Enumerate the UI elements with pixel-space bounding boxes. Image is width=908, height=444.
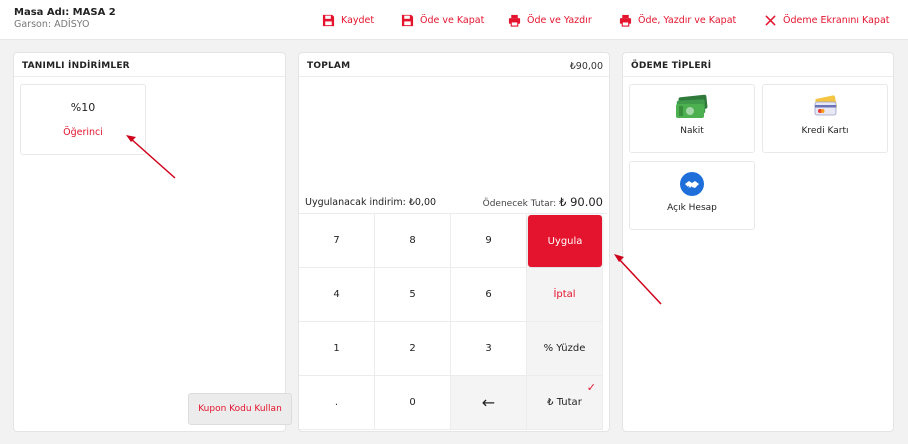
pay-print-close-label: Öde, Yazdır ve Kapat	[638, 14, 737, 26]
key-0[interactable]: 0	[375, 376, 451, 430]
key-4[interactable]: 4	[299, 268, 375, 322]
pay-and-print-label: Öde ve Yazdır	[527, 14, 592, 26]
close-icon	[765, 15, 776, 25]
waiter-name: Garson: ADİSYO	[14, 19, 90, 30]
key-5[interactable]: 5	[375, 268, 451, 322]
table-info: Masa Adı: MASA 2 Garson: ADİSYO	[14, 7, 116, 31]
applied-discount-text: Uygulanacak indirim: ₺0,00	[305, 197, 437, 208]
divider	[623, 76, 893, 77]
save-button[interactable]: Kaydet	[322, 12, 374, 28]
cash-label: Nakit	[680, 126, 704, 136]
discount-name: Öğerinci	[63, 127, 103, 138]
divider	[14, 76, 285, 77]
payable-label: Ödenecek Tutar:	[482, 199, 557, 209]
discount-percent: %10	[70, 101, 96, 114]
save-icon	[401, 14, 414, 26]
key-6[interactable]: 6	[451, 268, 527, 322]
save-button-label: Kaydet	[341, 14, 375, 26]
handshake-icon	[680, 172, 704, 196]
cash-icon	[676, 94, 708, 118]
checkmark-icon: ✓	[586, 381, 596, 394]
top-toolbar: Masa Adı: MASA 2 Garson: ADİSYO Kaydet Ö…	[0, 0, 908, 40]
printer-icon	[619, 14, 632, 27]
key-8[interactable]: 8	[375, 214, 451, 268]
printer-icon	[508, 14, 521, 27]
discount-card[interactable]: %10 Öğerinci	[20, 84, 146, 155]
credit-card-payment-button[interactable]: Kredi Kartı	[762, 84, 888, 153]
key-7[interactable]: 7	[299, 214, 375, 268]
key-1[interactable]: 1	[299, 322, 375, 376]
amount-mode-button[interactable]: ✓ ₺ Tutar	[527, 376, 603, 430]
payable-amount-line: Ödenecek Tutar: ₺ 90.00	[483, 195, 603, 209]
percent-mode-button[interactable]: % Yüzde	[527, 322, 603, 376]
open-account-payment-button[interactable]: Açık Hesap	[629, 161, 755, 230]
use-coupon-button[interactable]: Kupon Kodu Kullan	[188, 393, 292, 425]
payment-types-panel: ÖDEME TİPLERİ Nakit Kredi Kartı Açık Hes…	[622, 52, 894, 432]
total-panel: TOPLAM ₺90,00 Uygulanacak indirim: ₺0,00…	[298, 52, 610, 432]
pay-and-close-label: Öde ve Kapat	[420, 14, 485, 26]
close-payment-screen-label: Ödeme Ekranını Kapat	[783, 14, 890, 26]
open-account-label: Açık Hesap	[667, 203, 717, 213]
pay-print-close-button[interactable]: Öde, Yazdır ve Kapat	[619, 12, 736, 28]
cancel-button[interactable]: İptal	[527, 268, 603, 322]
backspace-button[interactable]: ←	[451, 376, 527, 430]
key-3[interactable]: 3	[451, 322, 527, 376]
payment-types-title: ÖDEME TİPLERİ	[631, 61, 712, 71]
cash-payment-button[interactable]: Nakit	[629, 84, 755, 153]
discounts-panel: TANIMLI İNDİRİMLER %10 Öğerinci Kupon Ko…	[13, 52, 292, 432]
credit-card-label: Kredi Kartı	[801, 126, 849, 136]
credit-card-icon	[814, 95, 837, 116]
close-payment-screen-button[interactable]: Ödeme Ekranını Kapat	[764, 12, 890, 28]
numeric-keypad: 7 8 9 Uygula 4 5 6 İptal 1 2 3 % Yüzde .…	[299, 213, 607, 431]
key-decimal[interactable]: .	[299, 376, 375, 430]
total-title: TOPLAM	[307, 61, 351, 71]
apply-button[interactable]: Uygula	[528, 215, 602, 267]
divider	[299, 76, 609, 77]
key-2[interactable]: 2	[375, 322, 451, 376]
payable-amount: ₺ 90.00	[559, 195, 603, 209]
save-icon	[322, 14, 335, 26]
table-name: Masa Adı: MASA 2	[14, 7, 116, 18]
pay-and-print-button[interactable]: Öde ve Yazdır	[508, 12, 592, 28]
amount-mode-label: ₺ Tutar	[547, 397, 582, 408]
discounts-title: TANIMLI İNDİRİMLER	[22, 61, 130, 71]
pay-and-close-button[interactable]: Öde ve Kapat	[401, 12, 484, 28]
total-amount: ₺90,00	[569, 61, 603, 72]
key-9[interactable]: 9	[451, 214, 527, 268]
